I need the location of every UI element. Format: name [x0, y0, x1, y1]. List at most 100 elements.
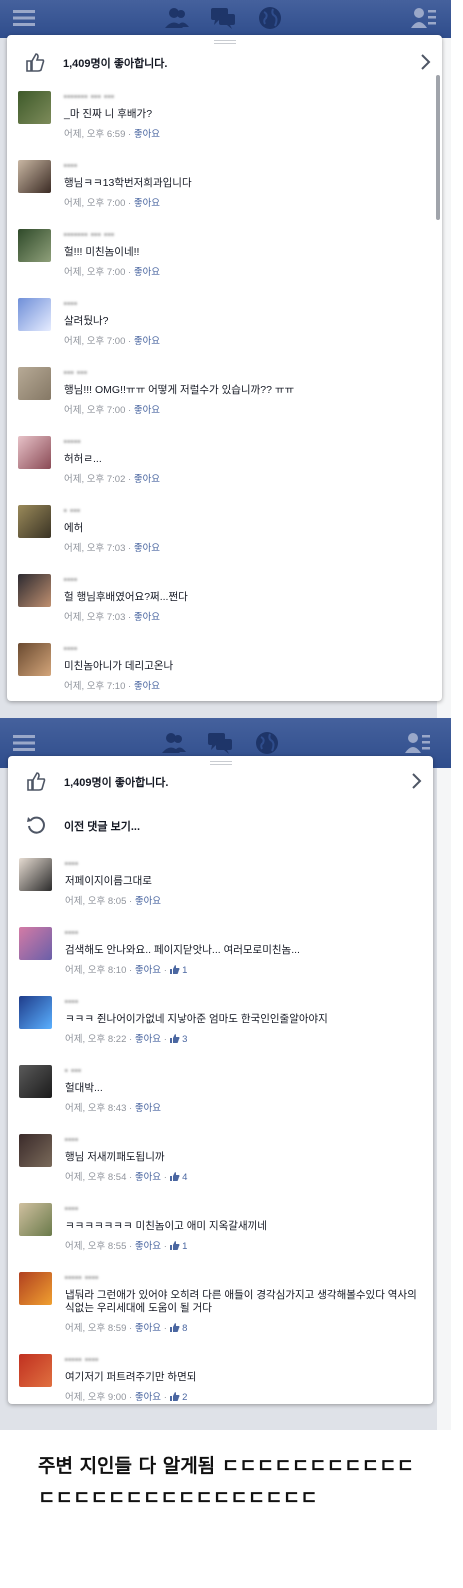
avatar[interactable]: [19, 1203, 52, 1236]
commenter-name[interactable]: ••• •••: [64, 370, 88, 380]
like-link[interactable]: 좋아요: [134, 405, 160, 416]
comment-item: •••• 살려뒀나? 어제, 오후 7:00 · 좋아요: [7, 298, 442, 366]
like-link[interactable]: 좋아요: [134, 612, 160, 623]
like-link[interactable]: 좋아요: [134, 681, 160, 692]
avatar[interactable]: [18, 298, 51, 331]
like-count-icon: [169, 1172, 180, 1181]
avatar[interactable]: [19, 1134, 52, 1167]
contacts-icon[interactable]: [410, 5, 438, 31]
like-link[interactable]: 좋아요: [134, 267, 160, 278]
like-count-icon: [169, 1392, 180, 1401]
likes-summary-row[interactable]: 1,409명이 좋아합니다.: [7, 43, 442, 81]
contacts-icon[interactable]: [404, 730, 432, 756]
commenter-name[interactable]: ••••••• ••• •••: [64, 232, 115, 242]
comment-meta: 어제, 오후 8:59 · 좋아요 · 8: [65, 1323, 188, 1334]
avatar[interactable]: [18, 436, 51, 469]
previous-comments-row[interactable]: 이전 댓글 보기...: [8, 808, 433, 842]
comment-meta: 어제, 오후 7:00 · 좋아요: [64, 405, 161, 416]
globe-icon[interactable]: [253, 730, 281, 756]
avatar[interactable]: [18, 229, 51, 262]
avatar[interactable]: [19, 1354, 52, 1387]
screenshot-2: 1,409명이 좋아합니다. 이전 댓글 보기... •••• 저페이지이름그대로…: [0, 718, 451, 1430]
like-link[interactable]: 좋아요: [135, 1034, 161, 1045]
commenter-name[interactable]: ••••: [65, 930, 79, 940]
comment-time: 어제, 오후 7:00: [64, 336, 126, 347]
commenter-name[interactable]: ••••••• ••• •••: [64, 94, 115, 104]
like-link[interactable]: 좋아요: [134, 543, 160, 554]
menu-icon[interactable]: [10, 730, 38, 756]
messages-icon[interactable]: [206, 730, 234, 756]
like-link[interactable]: 좋아요: [135, 1241, 161, 1252]
like-link[interactable]: 좋아요: [135, 1323, 161, 1334]
like-link[interactable]: 좋아요: [135, 965, 161, 976]
comment-time: 어제, 오후 7:03: [64, 543, 126, 554]
comment-meta: 어제, 오후 7:03 · 좋아요: [64, 543, 161, 554]
comment-text: 헐 행님후배였어요?쩌...쩐다: [64, 591, 188, 603]
comment-text: 행님ㅋㅋ13학번저희과입니다: [64, 177, 192, 189]
comment-meta: 어제, 오후 7:02 · 좋아요: [64, 474, 161, 485]
avatar[interactable]: [19, 1065, 52, 1098]
caption-line-1: 주변 지인들 다 알게됨 ㄷㄷㄷㄷㄷㄷㄷㄷㄷㄷㄷ: [38, 1455, 415, 1477]
comment-item: ••••• •••• 여기저기 퍼트려주기만 하면되 어제, 오후 9:00 · 좋…: [8, 1354, 433, 1404]
avatar[interactable]: [18, 160, 51, 193]
avatar[interactable]: [18, 643, 51, 676]
like-link[interactable]: 좋아요: [134, 336, 160, 347]
like-link[interactable]: 좋아요: [134, 129, 160, 140]
commenter-name[interactable]: ••••: [64, 301, 78, 311]
like-count-icon: [169, 1241, 180, 1250]
commenter-name[interactable]: ••••: [65, 861, 79, 871]
like-count: 1: [182, 1241, 188, 1252]
comment-item: ••••• 허허ㄹ... 어제, 오후 7:02 · 좋아요: [7, 436, 442, 504]
avatar[interactable]: [19, 858, 52, 891]
like-link[interactable]: 좋아요: [134, 474, 160, 485]
avatar[interactable]: [18, 91, 51, 124]
like-count: 4: [182, 1172, 188, 1183]
comment-meta: 어제, 오후 6:59 · 좋아요: [64, 129, 161, 140]
comment-text: 에허: [64, 522, 84, 534]
avatar[interactable]: [18, 367, 51, 400]
friends-icon[interactable]: [160, 730, 188, 756]
commenter-name[interactable]: •••••: [64, 439, 81, 449]
likes-summary-row[interactable]: 1,409명이 좋아합니다.: [8, 762, 433, 800]
like-link[interactable]: 좋아요: [135, 896, 161, 907]
comment-meta: 어제, 오후 7:03 · 좋아요: [64, 612, 161, 623]
like-link[interactable]: 좋아요: [135, 1172, 161, 1183]
commenter-name[interactable]: ••••: [64, 646, 78, 656]
comment-item: •••• ㅋㅋㅋ 쥔나어이가없네 지낳아준 엄마도 한국인인줄알아야지 어제, 오후…: [8, 996, 433, 1064]
comment-meta: 어제, 오후 8:10 · 좋아요 · 1: [65, 965, 188, 976]
commenter-name[interactable]: ••••: [64, 163, 78, 173]
commenter-name[interactable]: ••••: [64, 577, 78, 587]
commenter-name[interactable]: ••••• ••••: [65, 1357, 99, 1367]
comment-time: 어제, 오후 8:05: [65, 896, 127, 907]
avatar[interactable]: [19, 1272, 52, 1305]
like-count: 3: [182, 1034, 188, 1045]
avatar[interactable]: [19, 996, 52, 1029]
comment-item: ••••••• ••• ••• _마 진짜 니 후배가? 어제, 오후 6:59 ·…: [7, 91, 442, 159]
comment-text: ㅋㅋㅋㅋㅋㅋㅋ 미친놈이고 애미 지옥갈새끼네: [65, 1220, 267, 1232]
like-link[interactable]: 좋아요: [135, 1103, 161, 1114]
comment-text: ㅋㅋㅋ 쥔나어이가없네 지낳아준 엄마도 한국인인줄알아야지: [65, 1013, 328, 1025]
top-nav-bar: [0, 0, 451, 38]
avatar[interactable]: [19, 927, 52, 960]
avatar[interactable]: [18, 574, 51, 607]
commenter-name[interactable]: • •••: [64, 508, 81, 518]
comment-item: •••• 행님ㅋㅋ13학번저희과입니다 어제, 오후 7:00 · 좋아요: [7, 160, 442, 228]
messages-icon[interactable]: [209, 5, 237, 31]
chevron-right-icon[interactable]: [411, 772, 423, 790]
commenter-name[interactable]: • •••: [65, 1068, 82, 1078]
friends-icon[interactable]: [163, 5, 191, 31]
like-count: 2: [182, 1392, 188, 1403]
avatar[interactable]: [18, 505, 51, 538]
chevron-right-icon[interactable]: [420, 53, 432, 71]
comment-text: 행님!!! OMG!!ㅠㅠ 어떻게 저럴수가 있습니까?? ㅠㅠ: [64, 384, 295, 396]
previous-comments-link[interactable]: 이전 댓글 보기...: [64, 818, 140, 834]
commenter-name[interactable]: ••••: [65, 1137, 79, 1147]
commenter-name[interactable]: ••••• ••••: [65, 1275, 99, 1285]
commenter-name[interactable]: ••••: [65, 999, 79, 1009]
like-link[interactable]: 좋아요: [134, 198, 160, 209]
like-link[interactable]: 좋아요: [135, 1392, 161, 1403]
globe-icon[interactable]: [256, 5, 284, 31]
commenter-name[interactable]: ••••: [65, 1206, 79, 1216]
comment-text: 행님 저새끼패도됩니까: [65, 1151, 165, 1163]
menu-icon[interactable]: [10, 5, 38, 31]
